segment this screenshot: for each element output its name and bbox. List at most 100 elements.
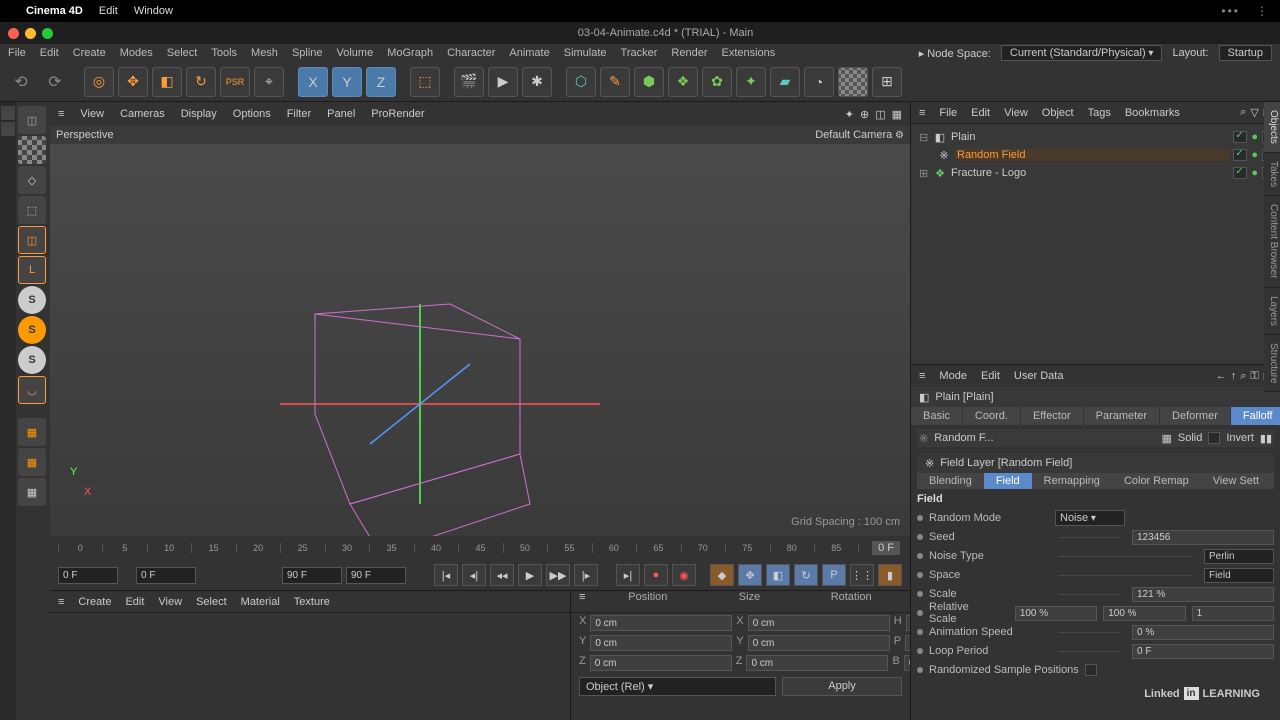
scale-key-icon[interactable]: ◧ [766,564,790,586]
prev-key-icon[interactable]: ◂| [462,564,486,586]
subtab-viewsettings[interactable]: View Sett [1201,473,1271,489]
attr-menu-userdata[interactable]: User Data [1014,370,1064,382]
tab-basic[interactable]: Basic [911,407,963,425]
tab-deformer[interactable]: Deformer [1160,407,1231,425]
viewport-solo-icon[interactable]: ▦ [18,418,46,446]
tab-effector[interactable]: Effector [1021,407,1084,425]
attr-menu-mode[interactable]: Mode [939,370,967,382]
play-icon[interactable]: ▶ [518,564,542,586]
menu-tools[interactable]: Tools [211,47,237,59]
model-mode-icon[interactable]: ◫ [18,106,46,134]
vp-menu-display[interactable]: Display [181,108,217,120]
keyframe-sel-icon[interactable]: ◆ [710,564,734,586]
snap-1-icon[interactable]: S [18,286,46,314]
rot-key-icon[interactable]: ↻ [794,564,818,586]
more-icon[interactable]: ⊞ [872,67,902,97]
visibility-toggle[interactable] [1233,131,1247,143]
menu-spline[interactable]: Spline [292,47,323,59]
menu-simulate[interactable]: Simulate [564,47,607,59]
relscale-y-field[interactable] [1103,606,1185,621]
mat-menu-view[interactable]: View [158,596,182,608]
attr-search-icon[interactable]: ⌕ [1240,370,1246,383]
mac-menu-window[interactable]: Window [134,5,173,17]
preview-end-field[interactable] [282,567,342,584]
visibility-toggle[interactable] [1233,167,1247,179]
vp-nav-icon3[interactable]: ◫ [875,108,885,121]
vp-menu-cameras[interactable]: Cameras [120,108,165,120]
tweak-mode-icon[interactable]: ◡ [18,376,46,404]
obj-menu-edit[interactable]: Edit [971,107,990,119]
obj-menu-file[interactable]: File [939,107,957,119]
render-options-icon[interactable]: ✱ [522,67,552,97]
goto-end-icon[interactable]: ▸| [616,564,640,586]
tree-item-fracture[interactable]: ⊞ ❖ Fracture - Logo ● [915,164,1276,182]
point-mode-icon[interactable]: ◫ [18,226,46,254]
field-icon[interactable]: ✦ [736,67,766,97]
primitive-cube-icon[interactable]: ⬡ [566,67,596,97]
size-z-field[interactable] [746,655,888,671]
loop-period-field[interactable] [1132,644,1274,659]
vp-menu-panel[interactable]: Panel [327,108,355,120]
mat-menu-select[interactable]: Select [196,596,227,608]
menu-character[interactable]: Character [447,47,495,59]
workplane-mode-icon[interactable]: ◇ [18,166,46,194]
light-icon[interactable] [838,67,868,97]
menu-create[interactable]: Create [73,47,106,59]
size-x-field[interactable] [748,615,890,631]
axis-z-lock[interactable]: Z [366,67,396,97]
vtab-structure[interactable]: Structure [1264,335,1280,393]
blend-mode-icon[interactable]: ▦ [1162,432,1172,445]
pos-y-field[interactable] [590,635,732,651]
tab-coord[interactable]: Coord. [963,407,1021,425]
menu-select[interactable]: Select [167,47,198,59]
obj-menu-bookmarks[interactable]: Bookmarks [1125,107,1180,119]
vtab-takes[interactable]: Takes [1264,153,1280,196]
spline-pen-icon[interactable]: ✎ [600,67,630,97]
redo-icon[interactable]: ⟳ [40,67,70,97]
deformer-icon[interactable]: ✿ [702,67,732,97]
obj-hamburger-icon[interactable]: ≡ [919,107,925,119]
vp-nav-icon4[interactable]: ▦ [892,108,902,121]
coord-apply-button[interactable]: Apply [782,677,902,696]
menu-extensions[interactable]: Extensions [721,47,775,59]
menu-animate[interactable]: Animate [509,47,549,59]
menu-file[interactable]: File [8,47,26,59]
seed-field[interactable] [1132,530,1274,545]
viewport-3d[interactable]: C OUD Y X Grid Spacing : 100 cm [50,144,910,536]
channel-icon[interactable]: ▮▮ [1260,432,1272,445]
vtab-layers[interactable]: Layers [1264,288,1280,335]
vtab-content-browser[interactable]: Content Browser [1264,196,1280,287]
tree-label[interactable]: Plain [951,131,1229,143]
attr-hamburger-icon[interactable]: ≡ [919,370,925,382]
live-selection-tool[interactable]: ◎ [84,67,114,97]
snap-2-icon[interactable]: S [18,316,46,344]
vp-hamburger-icon[interactable]: ≡ [58,108,64,120]
attr-lock-icon[interactable]: ⚿ [1250,370,1258,383]
viewport-solo2-icon[interactable]: ▦ [18,448,46,476]
mat-menu-texture[interactable]: Texture [294,596,330,608]
vp-menu-filter[interactable]: Filter [287,108,311,120]
timeline-ruler[interactable]: 0 5 10 15 20 25 30 35 40 45 50 55 60 65 … [50,536,910,560]
object-tree[interactable]: ⊟ ◧ Plain ● ※ Random Field ● ⊞ ❖ Fractur… [911,124,1280,364]
vp-nav-icon[interactable]: ✦ [845,108,854,121]
tree-label[interactable]: Fracture - Logo [951,167,1229,179]
subtab-remapping[interactable]: Remapping [1032,473,1112,489]
subtab-blending[interactable]: Blending [917,473,984,489]
generator2-icon[interactable]: ❖ [668,67,698,97]
obj-search-icon[interactable]: ⌕ [1240,106,1246,119]
size-y-field[interactable] [748,635,890,651]
menu-render[interactable]: Render [671,47,707,59]
param-key-icon[interactable]: P [822,564,846,586]
next-frame-icon[interactable]: ▶▶ [546,564,570,586]
attr-back-icon[interactable]: ← [1216,370,1227,383]
traffic-lights[interactable] [8,28,53,39]
rand-sample-checkbox[interactable] [1085,664,1097,676]
minimize-window-icon[interactable] [25,28,36,39]
undo-icon[interactable]: ⟲ [6,67,36,97]
menu-tracker[interactable]: Tracker [621,47,658,59]
coord-system[interactable]: ⬚ [410,67,440,97]
nodespace-dropdown[interactable]: Current (Standard/Physical) ▾ [1001,45,1163,61]
scale-field[interactable] [1132,587,1274,602]
axis-y-lock[interactable]: Y [332,67,362,97]
axis-x-lock[interactable]: X [298,67,328,97]
